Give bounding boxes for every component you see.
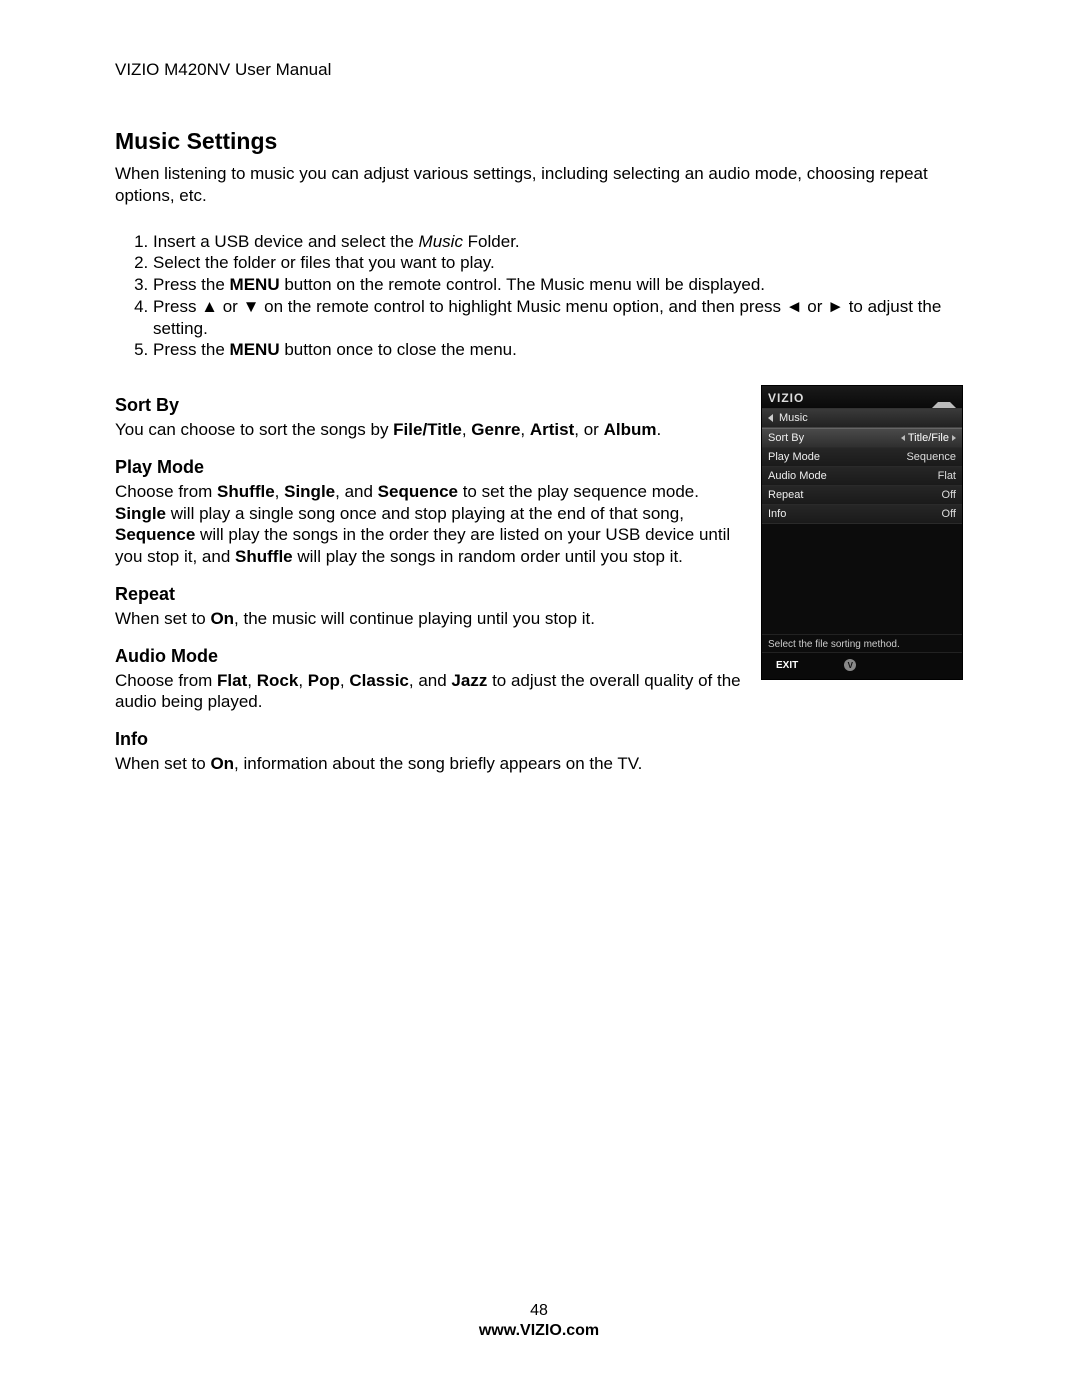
bold-text: On xyxy=(210,609,234,628)
osd-row-value: Off xyxy=(942,489,956,501)
bold-text: Sequence xyxy=(115,525,195,544)
text: , xyxy=(340,671,349,690)
osd-row-label: Repeat xyxy=(768,489,803,501)
bold-text: Single xyxy=(284,482,335,501)
osd-hint-text: Select the file sorting method. xyxy=(762,634,962,652)
text: , xyxy=(520,420,529,439)
osd-row-audiomode: Audio Mode Flat xyxy=(762,467,962,486)
steps-list: Insert a USB device and select the Music… xyxy=(115,231,963,362)
osd-row-value: Off xyxy=(942,508,956,520)
osd-row-value: Title/File xyxy=(908,432,949,444)
bold-text: Flat xyxy=(217,671,247,690)
chevron-left-icon xyxy=(901,435,905,441)
osd-row-value: Sequence xyxy=(906,451,956,463)
text: Choose from xyxy=(115,482,217,501)
chevron-right-icon xyxy=(952,435,956,441)
home-icon xyxy=(932,392,956,408)
page-footer: 48 www.VIZIO.com xyxy=(115,1302,963,1340)
step-4: Press ▲ or ▼ on the remote control to hi… xyxy=(153,296,963,340)
bold-text: MENU xyxy=(230,275,280,294)
text: Folder. xyxy=(463,232,520,251)
repeat-heading: Repeat xyxy=(115,584,743,605)
text: , and xyxy=(409,671,452,690)
bold-text: Artist xyxy=(530,420,574,439)
osd-menu: Sort By Title/File Play Mode Sequence Au… xyxy=(762,428,962,524)
intro-paragraph: When listening to music you can adjust v… xyxy=(115,163,963,207)
step-1: Insert a USB device and select the Music… xyxy=(153,231,963,253)
step-3: Press the MENU button on the remote cont… xyxy=(153,274,963,296)
text: , xyxy=(247,671,256,690)
osd-screenshot: VIZIO Music Sort By Title/File Play Mode… xyxy=(761,385,963,680)
text: Press the xyxy=(153,275,230,294)
bold-text: On xyxy=(210,754,234,773)
osd-row-label: Audio Mode xyxy=(768,470,827,482)
page-title: Music Settings xyxy=(115,128,963,155)
text: , xyxy=(462,420,471,439)
bold-text: Jazz xyxy=(451,671,487,690)
doc-header: VIZIO M420NV User Manual xyxy=(115,60,963,80)
text: , xyxy=(275,482,284,501)
footer-url: www.VIZIO.com xyxy=(115,1322,963,1340)
text: , the music will continue playing until … xyxy=(234,609,595,628)
text: When set to xyxy=(115,609,210,628)
repeat-text: When set to On, the music will continue … xyxy=(115,608,743,630)
osd-row-label: Sort By xyxy=(768,432,804,444)
text: Press the xyxy=(153,340,230,359)
text: , xyxy=(298,671,307,690)
text: , or xyxy=(574,420,603,439)
text: . xyxy=(656,420,661,439)
bold-text: Shuffle xyxy=(217,482,275,501)
playmode-heading: Play Mode xyxy=(115,457,743,478)
audiomode-heading: Audio Mode xyxy=(115,646,743,667)
text: button once to close the menu. xyxy=(280,340,517,359)
osd-row-playmode: Play Mode Sequence xyxy=(762,448,962,467)
bold-text: Single xyxy=(115,504,166,523)
osd-crumb-label: Music xyxy=(779,412,808,424)
bold-text: Genre xyxy=(471,420,520,439)
text: to set the play sequence mode. xyxy=(458,482,699,501)
osd-row-label: Play Mode xyxy=(768,451,820,463)
text: Choose from xyxy=(115,671,217,690)
bold-text: Classic xyxy=(349,671,409,690)
bold-text: Shuffle xyxy=(235,547,293,566)
bold-text: Sequence xyxy=(378,482,458,501)
bold-text: Rock xyxy=(257,671,299,690)
italic-text: Music xyxy=(419,232,463,251)
osd-row-info: Info Off xyxy=(762,505,962,524)
osd-row-sortby: Sort By Title/File xyxy=(762,428,962,448)
sortby-heading: Sort By xyxy=(115,395,743,416)
bold-text: MENU xyxy=(230,340,280,359)
text: will play a single song once and stop pl… xyxy=(166,504,684,523)
osd-row-repeat: Repeat Off xyxy=(762,486,962,505)
osd-row-label: Info xyxy=(768,508,786,520)
text: When set to xyxy=(115,754,210,773)
sortby-text: You can choose to sort the songs by File… xyxy=(115,419,743,441)
text: , and xyxy=(335,482,378,501)
page-number: 48 xyxy=(115,1302,963,1320)
text: , information about the song briefly app… xyxy=(234,754,642,773)
osd-breadcrumb: Music xyxy=(762,409,962,428)
text: Insert a USB device and select the xyxy=(153,232,419,251)
playmode-text: Choose from Shuffle, Single, and Sequenc… xyxy=(115,481,743,568)
osd-empty-area xyxy=(762,524,962,634)
bold-text: File/Title xyxy=(393,420,462,439)
audiomode-text: Choose from Flat, Rock, Pop, Classic, an… xyxy=(115,670,743,714)
osd-logo: VIZIO xyxy=(768,391,804,405)
osd-exit-label: EXIT xyxy=(776,660,798,671)
bold-text: Pop xyxy=(308,671,340,690)
v-button-icon: V xyxy=(844,659,856,671)
osd-row-value: Flat xyxy=(938,470,956,482)
info-heading: Info xyxy=(115,729,743,750)
step-2: Select the folder or files that you want… xyxy=(153,252,963,274)
bold-text: Album xyxy=(604,420,657,439)
text: You can choose to sort the songs by xyxy=(115,420,393,439)
chevron-left-icon xyxy=(768,414,773,422)
info-text: When set to On, information about the so… xyxy=(115,753,743,775)
text: will play the songs in random order unti… xyxy=(293,547,683,566)
step-5: Press the MENU button once to close the … xyxy=(153,339,963,361)
text: button on the remote control. The Music … xyxy=(280,275,765,294)
